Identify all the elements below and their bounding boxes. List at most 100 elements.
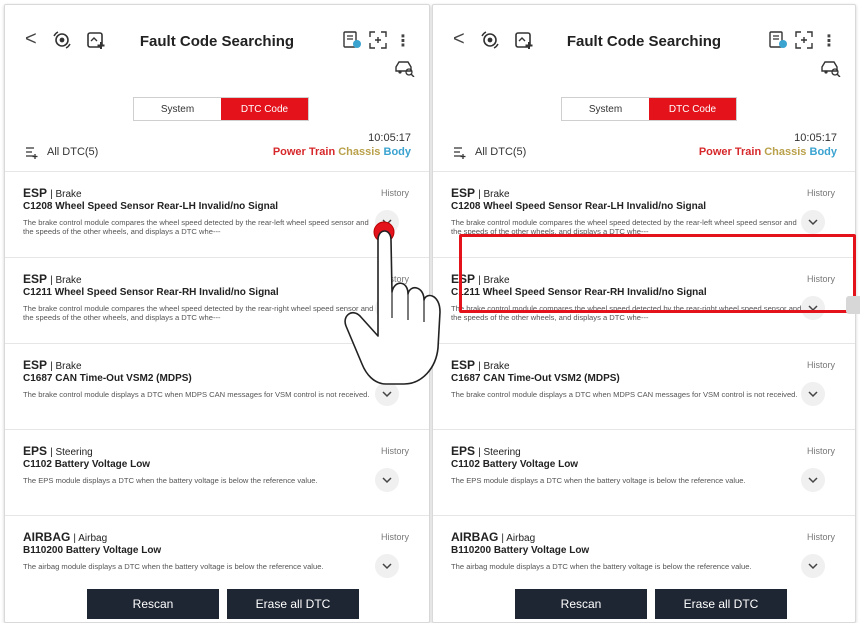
filter-row: All DTC(5) Power Train Chassis Body: [25, 145, 411, 161]
view-toggle: System DTC Code: [133, 97, 309, 121]
dtc-code: B110200 Battery Voltage Low: [451, 545, 590, 556]
tab-system[interactable]: System: [134, 98, 221, 120]
filter-chassis[interactable]: Chassis: [764, 146, 806, 158]
filter-body[interactable]: Body: [810, 146, 838, 158]
system-name: ESP: [23, 358, 48, 372]
more-menu-button[interactable]: ⋮: [395, 31, 411, 51]
filter-power-train[interactable]: Power Train: [699, 146, 761, 158]
page-title: Fault Code Searching: [566, 33, 722, 50]
filter-body[interactable]: Body: [384, 146, 412, 158]
filter-row: All DTC(5) Power Train Chassis Body: [453, 145, 837, 161]
chevron-down-icon: [382, 391, 392, 398]
rescan-button[interactable]: Rescan: [87, 589, 219, 619]
category-filters: Power Train Chassis Body: [699, 146, 837, 158]
subsystem-name: Airbag: [506, 533, 536, 544]
subsystem-name: Airbag: [78, 533, 108, 544]
system-name: ESP: [23, 272, 48, 286]
system-name: EPS: [23, 444, 48, 458]
history-link[interactable]: History: [381, 446, 409, 456]
tap-hand-icon: [344, 221, 441, 385]
list-item[interactable]: EPS | Steering C1102 Battery Voltage Low…: [5, 429, 429, 515]
dtc-description: The brake control module compares the wh…: [23, 218, 369, 236]
system-name: ESP: [451, 358, 476, 372]
dtc-code: C1687 CAN Time-Out VSM2 (MDPS): [23, 373, 192, 384]
system-name: AIRBAG: [23, 530, 71, 544]
dtc-code: C1208 Wheel Speed Sensor Rear-LH Invalid…: [451, 201, 707, 212]
chevron-down-icon: [808, 219, 818, 226]
history-link[interactable]: History: [807, 532, 835, 542]
subsystem-name: Steering: [483, 447, 521, 458]
history-link[interactable]: History: [381, 532, 409, 542]
subsystem-name: Brake: [483, 189, 510, 200]
rescan-button[interactable]: Rescan: [515, 589, 647, 619]
more-menu-button[interactable]: ⋮: [821, 31, 837, 51]
chevron-down-icon: [808, 391, 818, 398]
system-name: ESP: [23, 186, 48, 200]
report-icon[interactable]: [767, 29, 789, 51]
category-filters: Power Train Chassis Body: [273, 146, 411, 158]
dtc-code: B110200 Battery Voltage Low: [23, 545, 162, 556]
subsystem-name: Steering: [55, 447, 93, 458]
tab-system[interactable]: System: [562, 98, 649, 120]
expand-button[interactable]: [801, 468, 825, 492]
all-dtc-count: All DTC(5): [475, 146, 527, 158]
dtc-description: The EPS module displays a DTC when the b…: [451, 476, 746, 485]
system-name: ESP: [451, 186, 476, 200]
view-toggle: System DTC Code: [561, 97, 737, 121]
filter-icon[interactable]: [25, 146, 39, 160]
expand-button[interactable]: [801, 554, 825, 578]
history-link[interactable]: History: [807, 360, 835, 370]
page-title: Fault Code Searching: [139, 33, 295, 50]
chevron-down-icon: [808, 477, 818, 484]
system-name: AIRBAG: [451, 530, 499, 544]
expand-button[interactable]: [801, 210, 825, 234]
dtc-description: The airbag module displays a DTC when th…: [451, 562, 752, 571]
dtc-code: C1102 Battery Voltage Low: [451, 459, 579, 470]
dtc-code: C1208 Wheel Speed Sensor Rear-LH Invalid…: [23, 201, 279, 212]
chevron-down-icon: [808, 563, 818, 570]
subsystem-name: Brake: [483, 361, 510, 372]
top-bar: < Fault Code Searching ⋮: [5, 5, 429, 65]
highlight-frame: [459, 234, 856, 313]
tab-dtc-code[interactable]: DTC Code: [649, 98, 736, 120]
right-screen: < Fault Code Searching ⋮ System DTC Code…: [432, 4, 856, 623]
expand-button[interactable]: [375, 468, 399, 492]
erase-all-dtc-button[interactable]: Erase all DTC: [655, 589, 787, 619]
all-dtc-count: All DTC(5): [47, 146, 99, 158]
erase-all-dtc-button[interactable]: Erase all DTC: [227, 589, 359, 619]
dtc-description: The brake control module displays a DTC …: [451, 390, 798, 399]
list-item[interactable]: ESP | Brake C1687 CAN Time-Out VSM2 (MDP…: [433, 343, 855, 429]
dtc-description: The brake control module displays a DTC …: [23, 390, 370, 399]
car-search-icon[interactable]: [393, 59, 415, 77]
bottom-actions: Rescan Erase all DTC: [433, 589, 855, 622]
subsystem-name: Brake: [55, 361, 82, 372]
subsystem-name: Brake: [55, 275, 82, 286]
expand-button[interactable]: [375, 554, 399, 578]
dtc-description: The EPS module displays a DTC when the b…: [23, 476, 318, 485]
scan-frame-icon[interactable]: [793, 29, 815, 51]
dtc-description: The brake control module compares the wh…: [23, 304, 374, 322]
scan-frame-icon[interactable]: [367, 29, 389, 51]
dtc-code: C1211 Wheel Speed Sensor Rear-RH Invalid…: [23, 287, 279, 298]
time-label: 10:05:17: [368, 132, 411, 144]
expand-button[interactable]: [801, 382, 825, 406]
filter-icon[interactable]: [453, 146, 467, 160]
dtc-description: The airbag module displays a DTC when th…: [23, 562, 324, 571]
chevron-down-icon: [382, 477, 392, 484]
tab-dtc-code[interactable]: DTC Code: [221, 98, 308, 120]
bottom-actions: Rescan Erase all DTC: [5, 589, 429, 622]
history-link[interactable]: History: [807, 188, 835, 198]
list-item[interactable]: EPS | Steering C1102 Battery Voltage Low…: [433, 429, 855, 515]
chevron-down-icon: [382, 563, 392, 570]
subsystem-name: Brake: [55, 189, 82, 200]
report-icon[interactable]: [341, 29, 363, 51]
history-link[interactable]: History: [807, 446, 835, 456]
filter-chassis[interactable]: Chassis: [338, 146, 380, 158]
car-search-icon[interactable]: [819, 59, 841, 77]
dtc-code: C1687 CAN Time-Out VSM2 (MDPS): [451, 373, 620, 384]
history-link[interactable]: History: [381, 188, 409, 198]
edge-handle: [846, 296, 860, 314]
filter-power-train[interactable]: Power Train: [273, 146, 335, 158]
dtc-code: C1102 Battery Voltage Low: [23, 459, 151, 470]
time-label: 10:05:17: [794, 132, 837, 144]
